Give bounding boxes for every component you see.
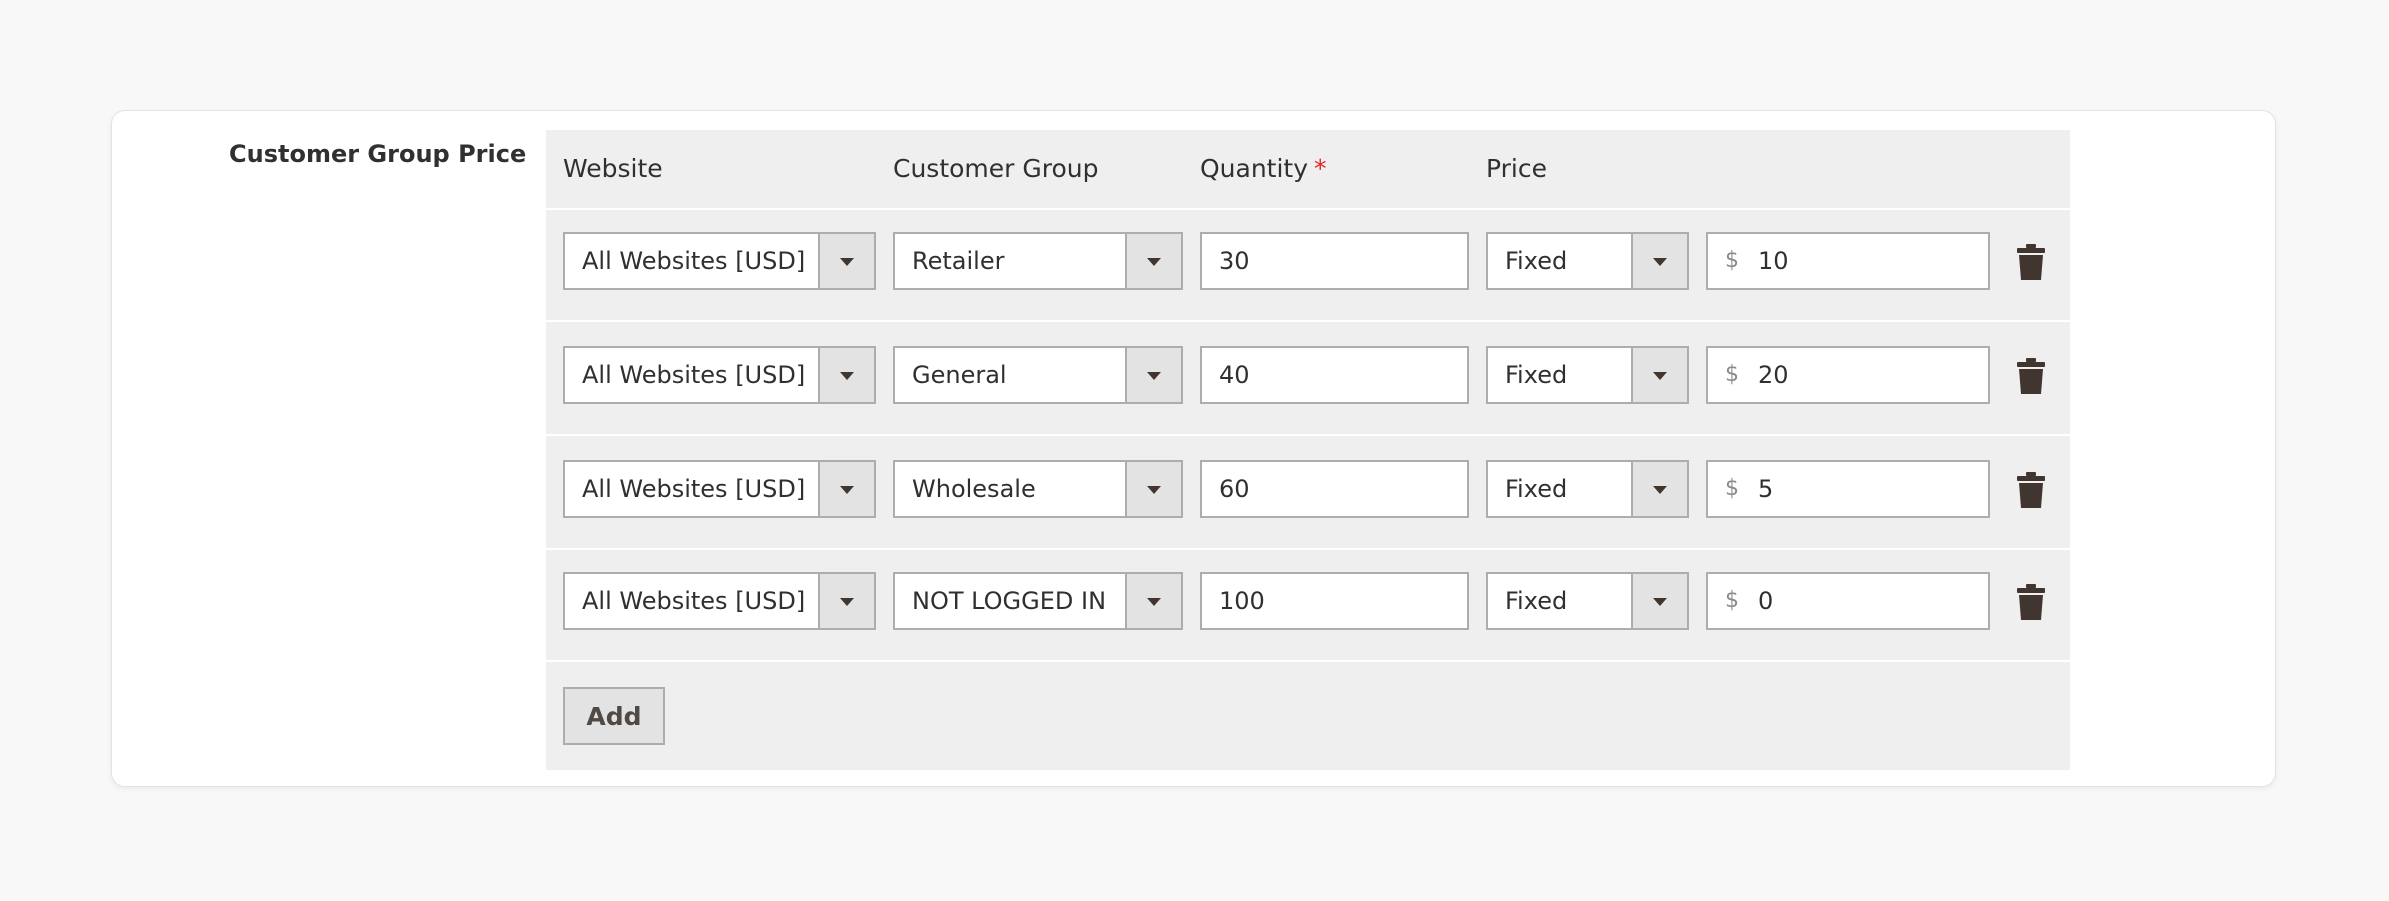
price-type-select-toggle[interactable] bbox=[1631, 348, 1687, 402]
header-price: Price bbox=[1486, 154, 1547, 183]
customer-group-select-value: General bbox=[912, 361, 1007, 389]
price-input-value: 0 bbox=[1758, 587, 1774, 615]
currency-symbol: $ bbox=[1725, 476, 1739, 501]
chevron-down-icon bbox=[1653, 258, 1667, 266]
price-input-value: 5 bbox=[1758, 475, 1774, 503]
price-input[interactable]: $ 20 bbox=[1706, 346, 1990, 404]
field-label: Customer Group Price bbox=[229, 140, 527, 168]
quantity-input[interactable]: 40 bbox=[1200, 346, 1469, 404]
quantity-input-value: 30 bbox=[1219, 247, 1250, 275]
customer-group-select-value: Wholesale bbox=[912, 475, 1036, 503]
price-type-select-value: Fixed bbox=[1505, 587, 1568, 615]
quantity-input[interactable]: 30 bbox=[1200, 232, 1469, 290]
customer-group-select-toggle[interactable] bbox=[1125, 348, 1181, 402]
price-input[interactable]: $ 10 bbox=[1706, 232, 1990, 290]
quantity-input-value: 60 bbox=[1219, 475, 1250, 503]
chevron-down-icon bbox=[1653, 372, 1667, 380]
chevron-down-icon bbox=[840, 258, 854, 266]
price-type-select-value: Fixed bbox=[1505, 361, 1568, 389]
customer-group-select-value: NOT LOGGED IN bbox=[912, 587, 1107, 615]
website-select[interactable]: All Websites [USD] bbox=[563, 460, 876, 518]
website-select[interactable]: All Websites [USD] bbox=[563, 232, 876, 290]
trash-icon[interactable] bbox=[2016, 358, 2046, 394]
chevron-down-icon bbox=[840, 486, 854, 494]
website-select[interactable]: All Websites [USD] bbox=[563, 572, 876, 630]
header-customer-group: Customer Group bbox=[893, 154, 1099, 183]
customer-group-select-value: Retailer bbox=[912, 247, 1005, 275]
price-input-value: 20 bbox=[1758, 361, 1789, 389]
chevron-down-icon bbox=[1147, 372, 1161, 380]
price-input-value: 10 bbox=[1758, 247, 1789, 275]
table-row: All Websites [USD] Retailer 30 Fixed $ 1… bbox=[546, 210, 2070, 322]
header-quantity-label: Quantity bbox=[1200, 154, 1309, 183]
website-select[interactable]: All Websites [USD] bbox=[563, 346, 876, 404]
add-button[interactable]: Add bbox=[563, 687, 665, 745]
quantity-input[interactable]: 100 bbox=[1200, 572, 1469, 630]
currency-symbol: $ bbox=[1725, 362, 1739, 387]
currency-symbol: $ bbox=[1725, 248, 1739, 273]
chevron-down-icon bbox=[1147, 258, 1161, 266]
customer-group-price-grid: Website Customer Group Quantity * Price A… bbox=[546, 130, 2070, 770]
table-header: Website Customer Group Quantity * Price bbox=[546, 130, 2070, 210]
website-select-toggle[interactable] bbox=[818, 234, 874, 288]
customer-group-select[interactable]: NOT LOGGED IN bbox=[893, 572, 1183, 630]
trash-icon[interactable] bbox=[2016, 472, 2046, 508]
required-mark: * bbox=[1314, 154, 1327, 183]
website-select-toggle[interactable] bbox=[818, 574, 874, 628]
table-row: All Websites [USD] Wholesale 60 Fixed $ … bbox=[546, 438, 2070, 550]
price-type-select[interactable]: Fixed bbox=[1486, 572, 1689, 630]
price-type-select-toggle[interactable] bbox=[1631, 462, 1687, 516]
customer-group-select-toggle[interactable] bbox=[1125, 234, 1181, 288]
customer-group-select-toggle[interactable] bbox=[1125, 462, 1181, 516]
quantity-input-value: 100 bbox=[1219, 587, 1265, 615]
website-select-value: All Websites [USD] bbox=[582, 475, 806, 503]
price-type-select-toggle[interactable] bbox=[1631, 234, 1687, 288]
chevron-down-icon bbox=[840, 372, 854, 380]
website-select-value: All Websites [USD] bbox=[582, 587, 806, 615]
price-type-select[interactable]: Fixed bbox=[1486, 232, 1689, 290]
customer-group-select[interactable]: General bbox=[893, 346, 1183, 404]
chevron-down-icon bbox=[1653, 598, 1667, 606]
currency-symbol: $ bbox=[1725, 588, 1739, 613]
price-type-select[interactable]: Fixed bbox=[1486, 346, 1689, 404]
chevron-down-icon bbox=[1653, 486, 1667, 494]
header-website: Website bbox=[563, 154, 663, 183]
price-input[interactable]: $ 5 bbox=[1706, 460, 1990, 518]
quantity-input[interactable]: 60 bbox=[1200, 460, 1469, 518]
table-row: All Websites [USD] General 40 Fixed $ 20 bbox=[546, 324, 2070, 436]
trash-icon[interactable] bbox=[2016, 584, 2046, 620]
price-type-select-toggle[interactable] bbox=[1631, 574, 1687, 628]
price-type-select-value: Fixed bbox=[1505, 475, 1568, 503]
customer-group-select[interactable]: Wholesale bbox=[893, 460, 1183, 518]
customer-group-select[interactable]: Retailer bbox=[893, 232, 1183, 290]
website-select-value: All Websites [USD] bbox=[582, 361, 806, 389]
price-input[interactable]: $ 0 bbox=[1706, 572, 1990, 630]
table-row: All Websites [USD] NOT LOGGED IN 100 Fix… bbox=[546, 550, 2070, 662]
trash-icon[interactable] bbox=[2016, 244, 2046, 280]
chevron-down-icon bbox=[840, 598, 854, 606]
website-select-toggle[interactable] bbox=[818, 462, 874, 516]
quantity-input-value: 40 bbox=[1219, 361, 1250, 389]
customer-group-select-toggle[interactable] bbox=[1125, 574, 1181, 628]
chevron-down-icon bbox=[1147, 486, 1161, 494]
price-type-select-value: Fixed bbox=[1505, 247, 1568, 275]
website-select-toggle[interactable] bbox=[818, 348, 874, 402]
header-quantity: Quantity * bbox=[1200, 154, 1327, 183]
price-type-select[interactable]: Fixed bbox=[1486, 460, 1689, 518]
chevron-down-icon bbox=[1147, 598, 1161, 606]
website-select-value: All Websites [USD] bbox=[582, 247, 806, 275]
